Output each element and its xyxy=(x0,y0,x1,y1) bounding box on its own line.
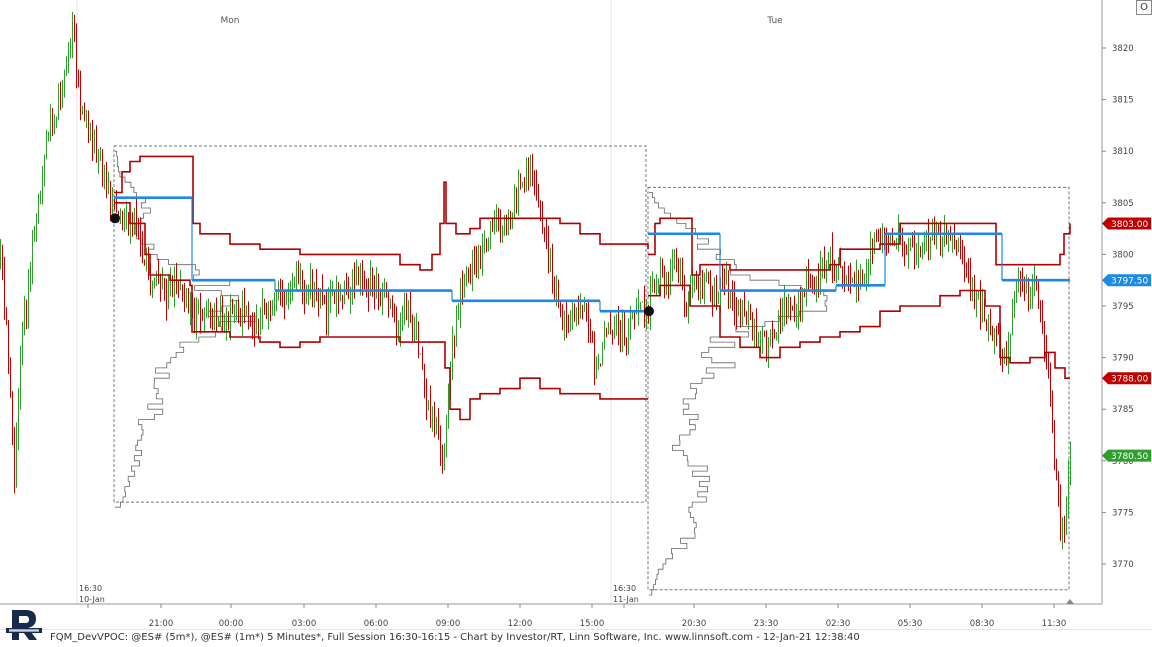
x-tick-label: 23:30 xyxy=(754,619,779,629)
session-time-label: 16:30 xyxy=(613,584,636,593)
price-tag: 3788.00 xyxy=(1102,372,1151,385)
session-date-label: 10-Jan xyxy=(79,595,105,604)
y-tick-label: 3775 xyxy=(1112,508,1134,518)
time-axis: 21:00 00:00 03:00 06:00 09:00 12:00 15:00 20:30… xyxy=(79,584,1074,629)
price-tag-label: 3803.00 xyxy=(1111,220,1148,230)
candles xyxy=(0,11,1071,550)
y-tick-label: 3810 xyxy=(1112,147,1134,157)
y-tick-label: 3770 xyxy=(1112,560,1134,570)
x-tick-label: 03:00 xyxy=(292,619,317,629)
x-tick-label: 06:00 xyxy=(364,619,389,629)
price-tag-label: 3797.50 xyxy=(1111,277,1148,287)
value-area-high xyxy=(114,155,649,271)
y-tick-label: 3795 xyxy=(1112,302,1134,312)
volume-profile xyxy=(115,150,256,508)
session-time-label: 16:30 xyxy=(79,584,102,593)
price-chart[interactable]: 3770377537803785379037953800380538103815… xyxy=(0,0,1152,630)
session-start-marker xyxy=(644,306,654,317)
chart-footer: FQM_DevVPOC: @ES# (5m*), @ES# (1m*) 5 Mi… xyxy=(50,632,860,643)
session-boxes xyxy=(113,145,1070,591)
price-tag-label: 3780.50 xyxy=(1111,452,1148,462)
x-tick-label: 15:00 xyxy=(580,619,605,629)
price-tag-label: 3788.00 xyxy=(1111,375,1148,385)
volume-profile xyxy=(649,192,828,596)
y-tick-label: 3805 xyxy=(1112,199,1134,209)
session-date-label: 11-Jan xyxy=(613,595,639,604)
y-tick-label: 3790 xyxy=(1112,354,1134,364)
x-tick-label: 08:30 xyxy=(970,619,995,629)
x-tick-label: 02:30 xyxy=(826,619,851,629)
value-area-lines xyxy=(114,155,1071,421)
x-tick-label: 09:00 xyxy=(436,619,461,629)
x-tick-label: 21:00 xyxy=(149,619,174,629)
y-tick-label: 3800 xyxy=(1112,250,1134,260)
vpoc-lines xyxy=(114,196,1070,313)
y-tick-label: 3785 xyxy=(1112,405,1134,415)
x-tick-label: 00:00 xyxy=(219,619,244,629)
day-label: Tue xyxy=(766,16,783,26)
x-tick-label: 05:30 xyxy=(898,619,923,629)
value-area-high xyxy=(648,217,1071,276)
day-labels: Mon Tue xyxy=(221,16,784,26)
day-label: Mon xyxy=(221,16,240,26)
price-tag: 3780.50 xyxy=(1102,449,1151,462)
price-tag: 3803.00 xyxy=(1102,217,1151,230)
scroll-marker[interactable] xyxy=(1066,599,1074,604)
x-tick-label: 11:30 xyxy=(1042,619,1067,629)
y-tick-label: 3820 xyxy=(1112,44,1134,54)
investor-rt-logo xyxy=(6,610,42,640)
price-tag: 3797.50 xyxy=(1102,274,1151,287)
options-button[interactable]: O xyxy=(1136,0,1152,15)
y-tick-label: 3815 xyxy=(1112,96,1134,106)
session-range-box xyxy=(647,186,1070,591)
x-tick-label: 12:00 xyxy=(508,619,533,629)
price-axis: 3770377537803785379037953800380538103815… xyxy=(1102,44,1151,570)
session-start-marker xyxy=(110,213,120,224)
volume-profiles xyxy=(115,150,828,596)
x-tick-label: 20:30 xyxy=(682,619,707,629)
